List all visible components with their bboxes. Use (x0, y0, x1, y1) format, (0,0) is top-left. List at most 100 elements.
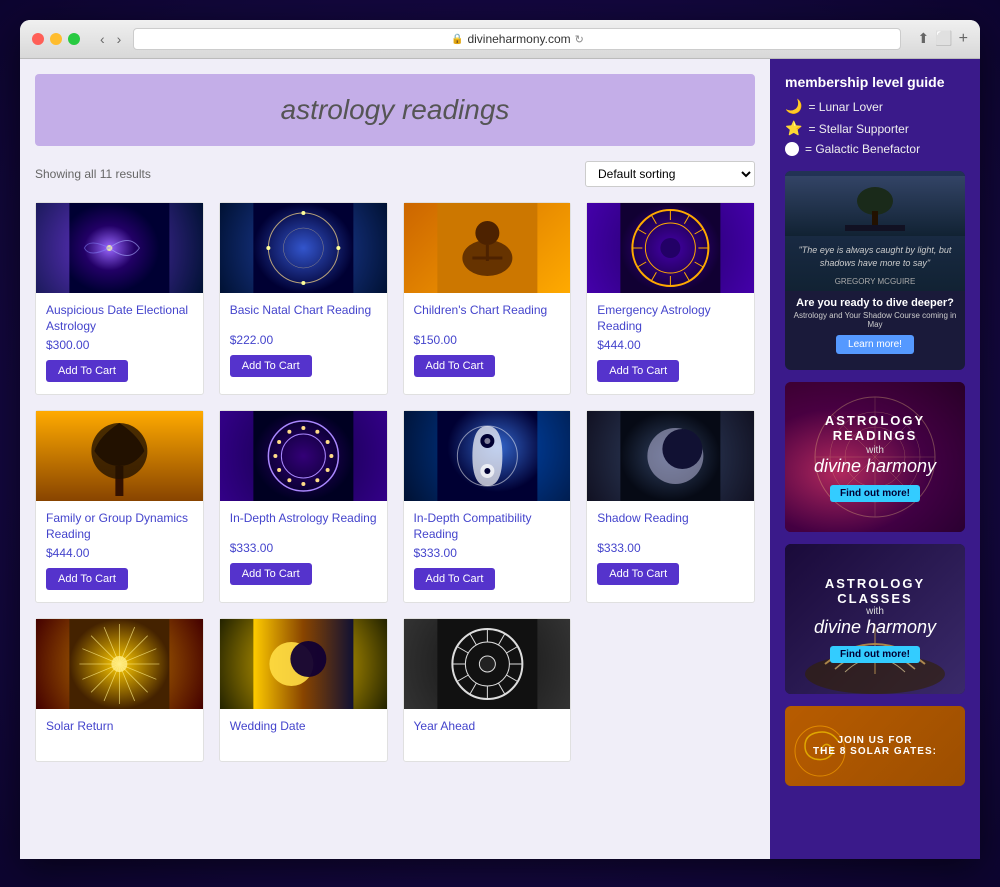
reload-icon[interactable]: ↻ (575, 33, 584, 46)
readings-banner: ASTROLOGY READINGS with divine harmony F… (785, 382, 965, 532)
new-tab-icon[interactable]: ⬜ (935, 30, 952, 48)
product-image[interactable] (404, 619, 571, 709)
forward-button[interactable]: › (113, 29, 126, 49)
readings-with: with (785, 445, 965, 456)
readings-findout-button[interactable]: Find out more! (830, 485, 920, 502)
product-price: $222.00 (220, 333, 387, 355)
product-image[interactable] (36, 619, 203, 709)
product-card: Year Ahead (403, 618, 572, 762)
product-image[interactable] (587, 411, 754, 501)
classes-banner-image: ASTROLOGY CLASSES with divine harmony Fi… (785, 544, 965, 694)
tree-silhouette-icon (845, 181, 905, 231)
shadow-quote: "The eye is always caught by light, but … (785, 236, 965, 277)
product-image[interactable] (220, 411, 387, 501)
product-name[interactable]: Children's Chart Reading (404, 303, 571, 333)
solar-gates-content: JOIN US FOR THE 8 SOLAR GATES: (813, 735, 937, 757)
minimize-button[interactable] (50, 33, 62, 45)
add-to-cart-button[interactable]: Add To Cart (597, 563, 679, 585)
readings-brand: divine harmony (785, 456, 965, 477)
galactic-label: = Galactic Benefactor (805, 142, 920, 156)
membership-title: membership level guide (785, 74, 965, 90)
product-card: Shadow Reading$333.00Add To Cart (586, 410, 755, 603)
close-button[interactable] (32, 33, 44, 45)
product-image[interactable] (220, 619, 387, 709)
classes-brand: divine harmony (785, 617, 965, 638)
product-name[interactable]: Wedding Date (220, 719, 387, 749)
solar-gates-text1: JOIN US FOR (813, 735, 937, 746)
membership-guide: membership level guide 🌙 = Lunar Lover ⭐… (785, 74, 965, 156)
yinyang-icon (404, 411, 571, 501)
classes-content: ASTROLOGY CLASSES with divine harmony Fi… (785, 576, 965, 663)
product-card: Solar Return (35, 618, 204, 762)
solar-gates-image: JOIN US FOR THE 8 SOLAR GATES: (785, 706, 965, 786)
shadow-subtext: Astrology and Your Shadow Course coming … (785, 311, 965, 335)
url-text: divineharmony.com (467, 32, 570, 46)
share-icon[interactable]: ⬆ (917, 30, 929, 48)
lunar-label: = Lunar Lover (808, 100, 882, 114)
add-tab-icon[interactable]: + (959, 30, 968, 48)
results-count: Showing all 11 results (35, 167, 151, 181)
add-to-cart-button[interactable]: Add To Cart (46, 360, 128, 382)
product-price: $444.00 (36, 546, 203, 568)
sort-select[interactable]: Default sorting Sort by popularity Sort … (585, 161, 755, 187)
product-name[interactable]: Shadow Reading (587, 511, 754, 541)
galactic-icon (785, 142, 799, 156)
classes-with: with (785, 606, 965, 617)
galaxy-icon (36, 203, 203, 293)
lock-icon: 🔒 (451, 34, 463, 45)
add-to-cart-button[interactable]: Add To Cart (414, 355, 496, 377)
add-to-cart-button[interactable]: Add To Cart (46, 568, 128, 590)
add-to-cart-button[interactable]: Add To Cart (230, 563, 312, 585)
add-to-cart-button[interactable]: Add To Cart (414, 568, 496, 590)
product-name[interactable]: In-Depth Astrology Reading (220, 511, 387, 541)
shadow-heading: Are you ready to dive deeper? (785, 291, 965, 311)
product-card: In-Depth Astrology Reading$333.00Add To … (219, 410, 388, 603)
product-name[interactable]: Emergency Astrology Reading (587, 303, 754, 338)
product-image[interactable] (36, 203, 203, 293)
product-name[interactable]: In-Depth Compatibility Reading (404, 511, 571, 546)
learn-more-button[interactable]: Learn more! (836, 335, 914, 354)
product-image[interactable] (220, 203, 387, 293)
product-image[interactable] (404, 203, 571, 293)
product-image[interactable] (404, 411, 571, 501)
product-name[interactable]: Auspicious Date Electional Astrology (36, 303, 203, 338)
maximize-button[interactable] (68, 33, 80, 45)
product-price: $333.00 (404, 546, 571, 568)
stellar-icon: ⭐ (785, 120, 802, 137)
tree-of-life-icon (36, 411, 203, 501)
product-card: Wedding Date (219, 618, 388, 762)
stellar-label: = Stellar Supporter (808, 122, 908, 136)
lunar-icon: 🌙 (785, 98, 802, 115)
toolbar: Showing all 11 results Default sorting S… (35, 161, 755, 187)
browser-content: astrology readings Showing all 11 result… (20, 59, 980, 859)
product-name[interactable]: Year Ahead (404, 719, 571, 749)
product-name[interactable]: Basic Natal Chart Reading (220, 303, 387, 333)
add-to-cart-button[interactable]: Add To Cart (597, 360, 679, 382)
product-card: Auspicious Date Electional Astrology$300… (35, 202, 204, 395)
browser-titlebar: ‹ › 🔒 divineharmony.com ↻ ⬆ ⬜ + (20, 20, 980, 59)
product-name[interactable]: Family or Group Dynamics Reading (36, 511, 203, 546)
zodiac2-icon (220, 411, 387, 501)
back-button[interactable]: ‹ (96, 29, 109, 49)
product-image[interactable] (587, 203, 754, 293)
product-name[interactable]: Solar Return (36, 719, 203, 749)
product-card: Children's Chart Reading$150.00Add To Ca… (403, 202, 572, 395)
product-card: In-Depth Compatibility Reading$333.00Add… (403, 410, 572, 603)
url-bar[interactable]: 🔒 divineharmony.com ↻ (133, 28, 901, 50)
solar-gates-banner: JOIN US FOR THE 8 SOLAR GATES: (785, 706, 965, 786)
product-image[interactable] (36, 411, 203, 501)
product-card: Emergency Astrology Reading$444.00Add To… (586, 202, 755, 395)
add-to-cart-button[interactable]: Add To Cart (230, 355, 312, 377)
zodiac3-icon (404, 619, 571, 709)
membership-stellar: ⭐ = Stellar Supporter (785, 120, 965, 137)
page-title: astrology readings (55, 94, 735, 126)
readings-title: ASTROLOGY READINGS (785, 413, 965, 443)
classes-findout-button[interactable]: Find out more! (830, 646, 920, 663)
product-price: $333.00 (587, 541, 754, 563)
products-grid: Auspicious Date Electional Astrology$300… (35, 202, 755, 762)
starburst-icon (36, 619, 203, 709)
product-price: $150.00 (404, 333, 571, 355)
nav-buttons: ‹ › (96, 29, 125, 49)
classes-banner: ASTROLOGY CLASSES with divine harmony Fi… (785, 544, 965, 694)
membership-lunar: 🌙 = Lunar Lover (785, 98, 965, 115)
